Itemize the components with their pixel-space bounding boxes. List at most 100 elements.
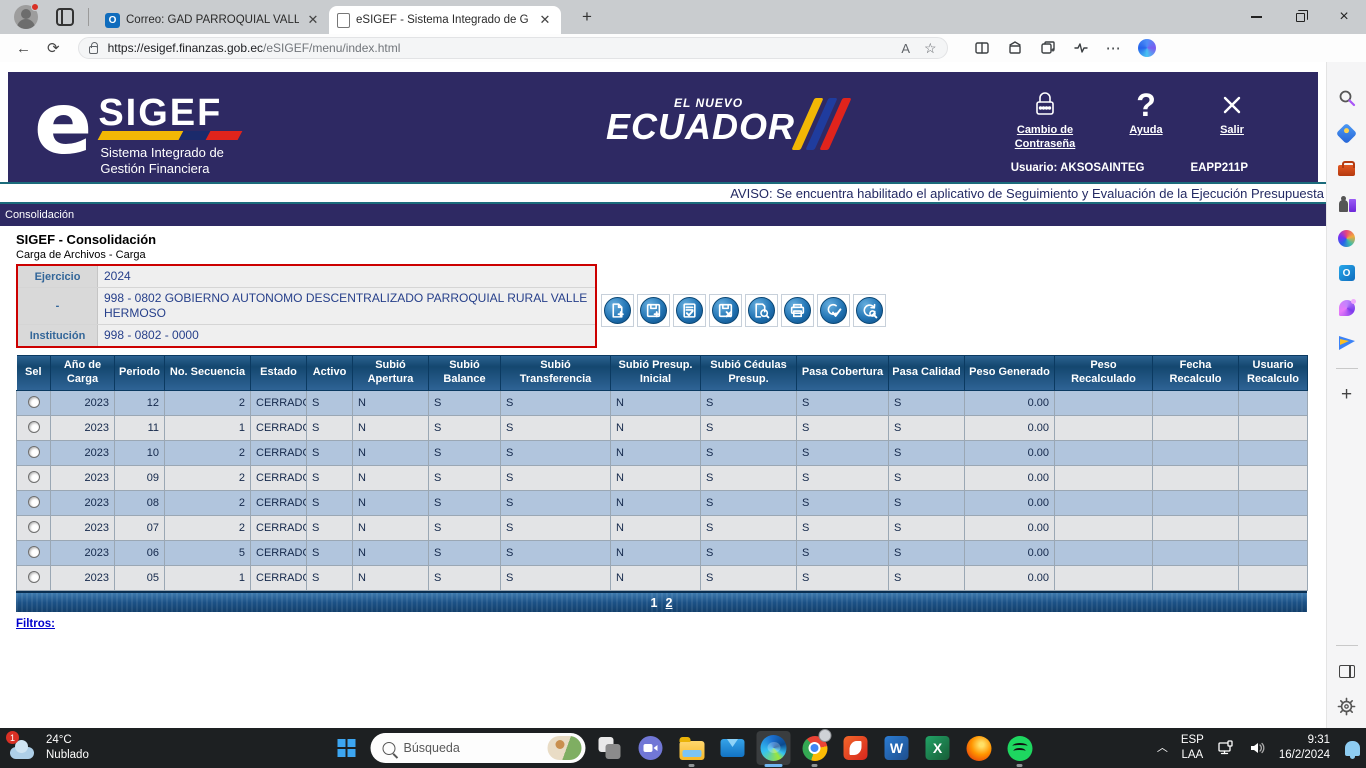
mail-button[interactable] (716, 731, 750, 765)
sidebar-tools-button[interactable] (1337, 158, 1357, 178)
sidebar-designer-button[interactable] (1337, 298, 1357, 318)
action-toolbar (601, 294, 886, 327)
collections-icon[interactable] (1007, 40, 1023, 56)
chrome-button[interactable] (798, 731, 832, 765)
settings-more-icon[interactable]: ⋯ (1106, 39, 1121, 57)
row-radio-button[interactable] (28, 396, 40, 408)
tab-correo[interactable]: O Correo: GAD PARROQUIAL VALLE ✕ (97, 6, 329, 34)
new-file-button[interactable] (601, 294, 634, 327)
print-button[interactable] (781, 294, 814, 327)
word-button[interactable]: W (880, 731, 914, 765)
page-number-current[interactable]: 1 (651, 596, 658, 610)
sidebar-m365-button[interactable] (1337, 228, 1357, 248)
language-indicator[interactable]: ESP LAA (1181, 733, 1204, 763)
help-button[interactable]: ? Ayuda (1118, 86, 1174, 152)
sidebar-panel-button[interactable] (1337, 661, 1357, 681)
column-header-16: Fecha Recalculo (1153, 356, 1239, 391)
change-password-button[interactable]: Cambio de Contraseña (1002, 86, 1088, 152)
window-restore-button[interactable] (1278, 0, 1322, 34)
window-close-button[interactable]: × (1322, 0, 1366, 34)
split-screen-icon[interactable] (974, 40, 990, 56)
sidebar-shopping-button[interactable] (1337, 123, 1357, 143)
chat-button[interactable] (634, 731, 668, 765)
cell-subio-cedulas: S (701, 491, 797, 516)
cell-peso-generado: 0.00 (965, 541, 1055, 566)
exit-button[interactable]: Salir (1204, 86, 1260, 152)
back-icon[interactable]: ← (16, 40, 31, 57)
copilot-icon[interactable] (1138, 39, 1156, 57)
row-radio-button[interactable] (28, 521, 40, 533)
sidebar-add-button[interactable]: + (1337, 384, 1357, 404)
taskbar-search-input[interactable]: Búsqueda (371, 733, 586, 763)
notification-bell-icon[interactable] (1345, 741, 1360, 756)
tab-close-icon[interactable]: ✕ (537, 12, 553, 28)
save-file-button[interactable] (637, 294, 670, 327)
cell-subio-transferencia: S (501, 391, 611, 416)
menu-item-consolidacion[interactable]: Consolidación (5, 209, 74, 221)
tab-groups-icon[interactable] (1040, 40, 1056, 56)
notice-marquee: AVISO: Se encuentra habilitado el aplica… (0, 182, 1326, 204)
cell-peso-generado: 0.00 (965, 516, 1055, 541)
cell-subio-balance: S (429, 466, 501, 491)
cell-subio-balance: S (429, 491, 501, 516)
network-icon[interactable] (1217, 739, 1235, 757)
sidebar-outlook-button[interactable]: O (1337, 263, 1357, 283)
cell-secuencia: 2 (165, 491, 251, 516)
row-select-cell (17, 466, 51, 491)
recalculate-button[interactable] (853, 294, 886, 327)
close-icon: × (1339, 8, 1348, 26)
start-button[interactable] (330, 731, 364, 765)
weather-widget[interactable]: 1 24°C Nublado (8, 728, 89, 768)
spotify-button[interactable] (1003, 731, 1037, 765)
sidebar-settings-button[interactable] (1337, 696, 1357, 716)
table-row: 2023 11 1 CERRADO S N S S N S S S 0.00 (17, 416, 1308, 441)
delete-file-button[interactable] (709, 294, 742, 327)
approve-button[interactable] (817, 294, 850, 327)
new-tab-button[interactable]: + (575, 7, 599, 27)
file-explorer-button[interactable] (675, 731, 709, 765)
page-number-link[interactable]: 2 (666, 596, 673, 610)
cell-pasa-calidad: S (889, 441, 965, 466)
logo-sigef-text: SIGEF (98, 98, 240, 128)
nitro-pdf-button[interactable] (839, 731, 873, 765)
validate-file-button[interactable] (673, 294, 706, 327)
windows-taskbar: 1 24°C Nublado Búsqueda W X ︿ ESP LAA (0, 728, 1366, 768)
cell-subio-transferencia: S (501, 516, 611, 541)
workspaces-icon[interactable] (56, 8, 74, 26)
sidebar-search-button[interactable] (1337, 88, 1357, 108)
clock[interactable]: 9:31 16/2/2024 (1279, 733, 1330, 763)
notice-text: AVISO: Se encuentra habilitado el aplica… (730, 186, 1324, 201)
tab-close-icon[interactable]: ✕ (305, 12, 321, 28)
firefox-button[interactable] (962, 731, 996, 765)
cell-subio-transferencia: S (501, 466, 611, 491)
sidebar-drop-button[interactable] (1337, 333, 1357, 353)
excel-button[interactable]: X (921, 731, 955, 765)
column-header-11: Subió Cédulas Presup. (701, 356, 797, 391)
row-radio-button[interactable] (28, 571, 40, 583)
window-minimize-button[interactable] (1234, 0, 1278, 34)
preview-file-button[interactable] (745, 294, 778, 327)
row-radio-button[interactable] (28, 496, 40, 508)
browser-essentials-icon[interactable] (1073, 40, 1089, 56)
browser-profile-button[interactable] (14, 5, 38, 29)
refresh-icon[interactable]: ⟳ (47, 39, 60, 57)
row-radio-button[interactable] (28, 421, 40, 433)
volume-icon[interactable] (1248, 739, 1266, 757)
tab-esigef[interactable]: eSIGEF - Sistema Integrado de G ✕ (329, 6, 561, 34)
table-row: 2023 12 2 CERRADO S N S S N S S S 0.00 (17, 391, 1308, 416)
read-aloud-icon[interactable]: A (901, 41, 910, 56)
row-radio-button[interactable] (28, 446, 40, 458)
url-input[interactable]: https://esigef.finanzas.gob.ec /eSIGEF/m… (78, 37, 948, 59)
task-view-button[interactable] (593, 731, 627, 765)
sidebar-games-button[interactable] (1337, 193, 1357, 213)
tray-chevron-icon[interactable]: ︿ (1157, 739, 1168, 755)
favorite-star-icon[interactable]: ☆ (924, 40, 937, 57)
cell-subio-cedulas: S (701, 466, 797, 491)
page-favicon-icon (337, 13, 350, 28)
row-radio-button[interactable] (28, 546, 40, 558)
table-header-row: SelAño de CargaPeriodoNo. SecuenciaEstad… (17, 356, 1308, 391)
edge-button[interactable] (757, 731, 791, 765)
cell-secuencia: 2 (165, 441, 251, 466)
row-radio-button[interactable] (28, 471, 40, 483)
filters-link[interactable]: Filtros: (16, 618, 55, 630)
